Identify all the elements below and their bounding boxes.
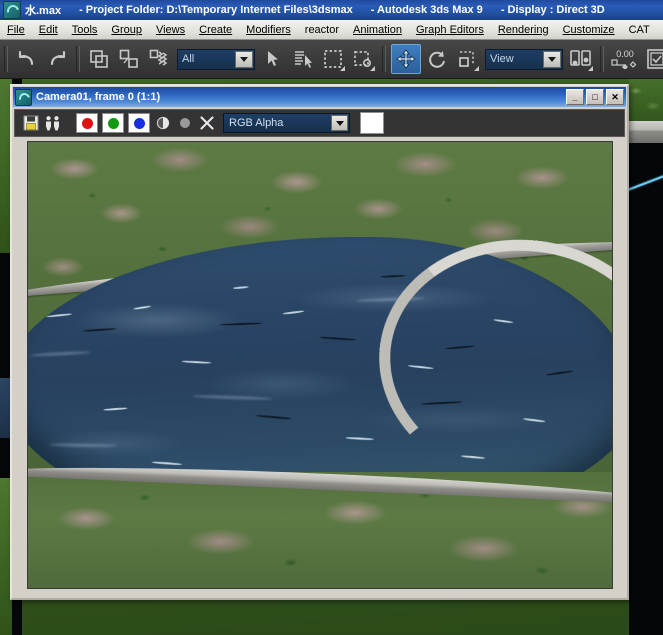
render-window-controls: _ □ ✕ <box>566 89 624 105</box>
app-title-filename: 水.max <box>25 2 61 18</box>
green-dot <box>108 118 119 129</box>
toolbar-separator-3 <box>382 46 386 72</box>
color-swatch[interactable] <box>360 112 384 134</box>
menu-item-graph-editors[interactable]: Graph Editors <box>409 23 491 37</box>
undo-arrow-icon[interactable] <box>13 45 41 73</box>
3dsmax-logo-icon <box>3 1 21 19</box>
render-frame-window-icon <box>15 89 32 106</box>
toolbar-separator-2 <box>76 46 80 72</box>
window-crossing-icon[interactable] <box>349 45 377 73</box>
select-and-rotate-icon[interactable] <box>423 45 451 73</box>
blue-dot <box>134 118 145 129</box>
menu-label-rendering: Rendering <box>498 24 549 36</box>
select-by-name-icon[interactable] <box>289 45 317 73</box>
rendered-scene <box>28 142 612 588</box>
channel-display-dropdown[interactable]: RGB Alpha <box>223 113 350 133</box>
use-pivot-point-center-icon[interactable] <box>567 45 595 73</box>
viewport-grass-patch <box>629 78 663 121</box>
percent-snap-spinner[interactable]: 0.00 <box>611 49 639 69</box>
main-toolbar: All View <box>0 40 663 79</box>
maximize-button[interactable]: □ <box>586 89 604 105</box>
menu-label-modifiers: Modifiers <box>246 24 291 36</box>
minimize-button[interactable]: _ <box>566 89 584 105</box>
bind-to-space-warp-icon[interactable] <box>145 45 173 73</box>
menu-label-file: File <box>7 24 25 36</box>
close-button[interactable]: ✕ <box>606 89 624 105</box>
display-green-channel-icon[interactable] <box>102 113 124 133</box>
clear-image-icon[interactable] <box>197 113 217 133</box>
menu-item-rendering[interactable]: Rendering <box>491 23 556 37</box>
menu-item-tools[interactable]: Tools <box>65 23 105 37</box>
display-red-channel-icon[interactable] <box>76 113 98 133</box>
chevron-down-icon-2[interactable] <box>543 51 561 68</box>
render-window-toolbar: RGB Alpha <box>14 109 625 137</box>
selection-filter-value: All <box>182 53 194 65</box>
reference-coordinate-system-dropdown[interactable]: View <box>485 49 563 70</box>
clone-rendered-frame-window-icon[interactable] <box>43 113 63 133</box>
red-dot <box>82 118 93 129</box>
select-and-scale-icon[interactable] <box>453 45 481 73</box>
display-monochrome-icon[interactable] <box>175 113 195 133</box>
toolbar-separator-4 <box>600 46 604 72</box>
menu-label-animation: Animation <box>353 24 402 36</box>
menu-label-graph-editors: Graph Editors <box>416 24 484 36</box>
menu-item-group[interactable]: Group <box>104 23 149 37</box>
chevron-down-icon-3[interactable] <box>331 115 348 131</box>
menu-label-reactor: reactor <box>305 24 339 36</box>
channel-display-value: RGB Alpha <box>229 117 283 129</box>
viewport-coping-edge <box>629 121 663 143</box>
toolbar-separator <box>4 46 8 72</box>
unlink-selection-icon[interactable] <box>115 45 143 73</box>
menu-item-customize[interactable]: Customize <box>556 23 622 37</box>
menu-item-create[interactable]: Create <box>192 23 239 37</box>
app-title-display-mode: - Display : Direct 3D <box>501 4 605 16</box>
save-bitmap-icon[interactable] <box>21 113 41 133</box>
redo-arrow-icon[interactable] <box>43 45 71 73</box>
menu-label-edit: Edit <box>39 24 58 36</box>
menu-item-maxscript[interactable]: MAXScript <box>657 23 663 37</box>
selection-filter-dropdown[interactable]: All <box>177 49 255 70</box>
menu-label-group: Group <box>111 24 142 36</box>
viewport-water-spline <box>629 174 663 192</box>
display-blue-channel-icon[interactable] <box>128 113 150 133</box>
menu-item-animation[interactable]: Animation <box>346 23 409 37</box>
app-title-bar[interactable]: 水.max - Project Folder: D:\Temporary Int… <box>0 0 663 20</box>
app-root: 水.max - Project Folder: D:\Temporary Int… <box>0 0 663 635</box>
menu-item-reactor[interactable]: reactor <box>298 23 346 37</box>
menu-bar: File Edit Tools Group Views Create Modif… <box>0 20 663 40</box>
reference-coordinate-value: View <box>490 53 514 65</box>
layer-manager-icon[interactable] <box>643 45 663 73</box>
menu-label-customize: Customize <box>563 24 615 36</box>
menu-label-views: Views <box>156 24 185 36</box>
render-window-title-bar[interactable]: Camera01, frame 0 (1:1) _ □ ✕ <box>13 87 626 107</box>
percent-snap-toggle-icon <box>611 59 639 69</box>
menu-label-create: Create <box>199 24 232 36</box>
viewport-right-sliver[interactable] <box>629 78 663 635</box>
select-and-move-icon[interactable] <box>391 44 421 74</box>
menu-item-modifiers[interactable]: Modifiers <box>239 23 298 37</box>
app-title-project-folder: - Project Folder: D:\Temporary Internet … <box>79 4 353 16</box>
menu-label-tools: Tools <box>72 24 98 36</box>
spinner-value: 0.00 <box>616 49 634 59</box>
menu-item-edit[interactable]: Edit <box>32 23 65 37</box>
render-window-title-text: Camera01, frame 0 (1:1) <box>36 91 566 103</box>
menu-item-file[interactable]: File <box>0 23 32 37</box>
rendered-frame-window[interactable]: Camera01, frame 0 (1:1) _ □ ✕ <box>10 84 629 600</box>
app-title-product: - Autodesk 3ds Max 9 <box>371 4 483 16</box>
select-object-arrow-icon[interactable] <box>259 45 287 73</box>
chevron-down-icon[interactable] <box>235 51 253 68</box>
rendered-image[interactable] <box>27 141 613 589</box>
menu-label-cat: CAT <box>629 24 650 36</box>
select-and-link-icon[interactable] <box>85 45 113 73</box>
menu-item-cat[interactable]: CAT <box>622 23 657 37</box>
rectangular-selection-region-icon[interactable] <box>319 45 347 73</box>
render-canvas-wrapper <box>15 140 624 593</box>
display-alpha-channel-icon[interactable] <box>153 113 173 133</box>
menu-item-views[interactable]: Views <box>149 23 192 37</box>
